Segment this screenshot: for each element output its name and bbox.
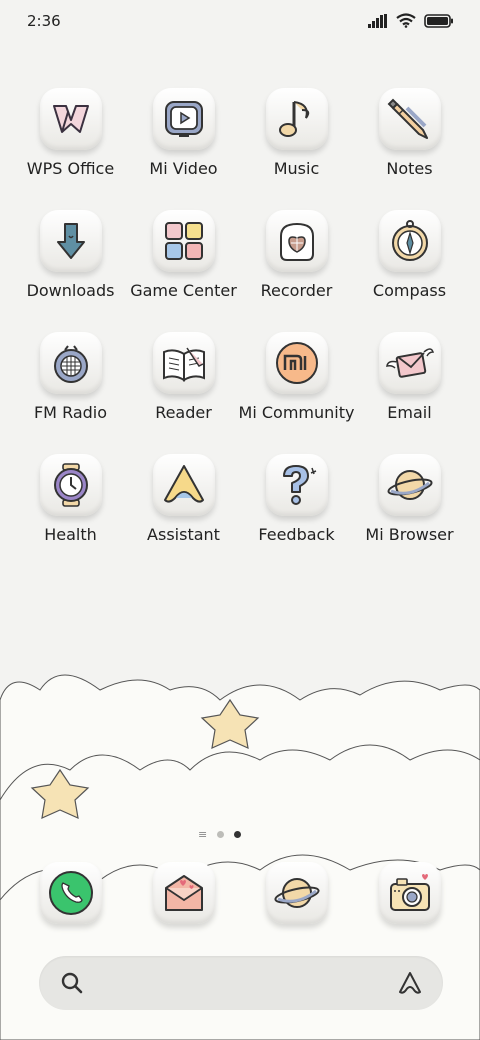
app-tile[interactable] [265, 862, 328, 924]
clock-icon [53, 463, 88, 507]
page-dot [217, 831, 225, 838]
dock-camera[interactable] [353, 862, 466, 924]
app-fm-radio[interactable]: FM Radio [14, 332, 127, 422]
app-tile[interactable] [378, 88, 441, 150]
game-center-icon [164, 222, 203, 260]
app-label: Music [273, 159, 320, 178]
app-tile[interactable] [152, 332, 215, 394]
app-label: FM Radio [33, 403, 108, 422]
compass-icon [391, 220, 428, 261]
love-letter-icon [164, 875, 203, 911]
mi-community-icon [275, 342, 318, 384]
app-tile[interactable] [152, 454, 215, 516]
page-indicator[interactable]: ≡ [198, 828, 242, 841]
assistant-icon [163, 465, 204, 503]
envelope-wings-icon [385, 348, 434, 378]
app-label: Health [44, 525, 97, 544]
planet-icon [386, 470, 433, 500]
download-arrow-icon [56, 223, 85, 259]
app-health[interactable]: Health [14, 454, 127, 544]
dock-browser[interactable] [240, 862, 353, 924]
app-tile[interactable] [265, 454, 328, 516]
app-label: Assistant [147, 525, 220, 544]
app-label: Game Center [130, 281, 237, 300]
dock-messages[interactable] [127, 862, 240, 924]
app-game-center[interactable]: Game Center [127, 210, 240, 300]
app-tile[interactable] [378, 862, 441, 924]
app-label: Recorder [260, 281, 333, 300]
battery-icon [424, 13, 453, 28]
status-time: 2:36 [27, 12, 61, 30]
page-dot-active [234, 831, 242, 838]
app-tile[interactable] [152, 210, 215, 272]
app-tile[interactable] [39, 332, 102, 394]
search-icon[interactable] [59, 970, 85, 996]
phone-icon [48, 871, 93, 915]
app-compass[interactable]: Compass [353, 210, 466, 300]
book-icon [162, 347, 205, 382]
app-tile[interactable] [152, 88, 215, 150]
app-grid: WPS Office Mi Video Music Notes Download… [14, 88, 466, 544]
app-tile[interactable] [378, 454, 441, 516]
app-tile[interactable] [378, 332, 441, 394]
app-mi-browser[interactable]: Mi Browser [353, 454, 466, 544]
app-notes[interactable]: Notes [353, 88, 466, 178]
wps-office-icon [52, 105, 89, 133]
app-label: Downloads [26, 281, 115, 300]
app-label: Mi Video [149, 159, 218, 178]
app-label: Mi Community [238, 403, 355, 422]
menu-lines-icon: ≡ [198, 828, 208, 841]
music-note-icon [278, 101, 309, 137]
app-tile[interactable] [39, 862, 102, 924]
app-assistant[interactable]: Assistant [127, 454, 240, 544]
app-reader[interactable]: Reader [127, 332, 240, 422]
app-tile[interactable] [378, 210, 441, 272]
dock-phone[interactable] [14, 862, 127, 924]
app-tile[interactable] [265, 210, 328, 272]
camera-icon [389, 874, 430, 911]
search-bar[interactable] [39, 956, 443, 1010]
app-label: Mi Browser [365, 525, 454, 544]
app-downloads[interactable]: Downloads [14, 210, 127, 300]
app-label: Feedback [258, 525, 335, 544]
assistant-icon[interactable] [397, 970, 423, 996]
app-tile[interactable] [39, 454, 102, 516]
signal-icon [368, 13, 387, 28]
app-music[interactable]: Music [240, 88, 353, 178]
app-label: Reader [155, 403, 212, 422]
dock [14, 862, 466, 924]
status-bar: 2:36 [0, 0, 480, 42]
app-feedback[interactable]: Feedback [240, 454, 353, 544]
app-recorder[interactable]: Recorder [240, 210, 353, 300]
app-wps-office[interactable]: WPS Office [14, 88, 127, 178]
question-mark-icon [282, 465, 316, 505]
app-mi-community[interactable]: Mi Community [238, 332, 355, 422]
planet-icon [273, 878, 320, 908]
app-label: WPS Office [26, 159, 115, 178]
wifi-icon [396, 13, 416, 28]
app-label: Compass [372, 281, 447, 300]
app-tile[interactable] [39, 210, 102, 272]
app-tile[interactable] [152, 862, 215, 924]
app-mi-video[interactable]: Mi Video [127, 88, 240, 178]
pencil-icon [387, 98, 428, 139]
mi-video-icon [164, 101, 203, 137]
app-label: Notes [386, 159, 433, 178]
recorder-icon [279, 222, 314, 261]
app-tile[interactable] [265, 88, 328, 150]
app-tile[interactable] [265, 332, 328, 394]
app-tile[interactable] [39, 88, 102, 150]
app-email[interactable]: Email [353, 332, 466, 422]
app-label: Email [387, 403, 432, 422]
radio-icon [53, 345, 88, 383]
